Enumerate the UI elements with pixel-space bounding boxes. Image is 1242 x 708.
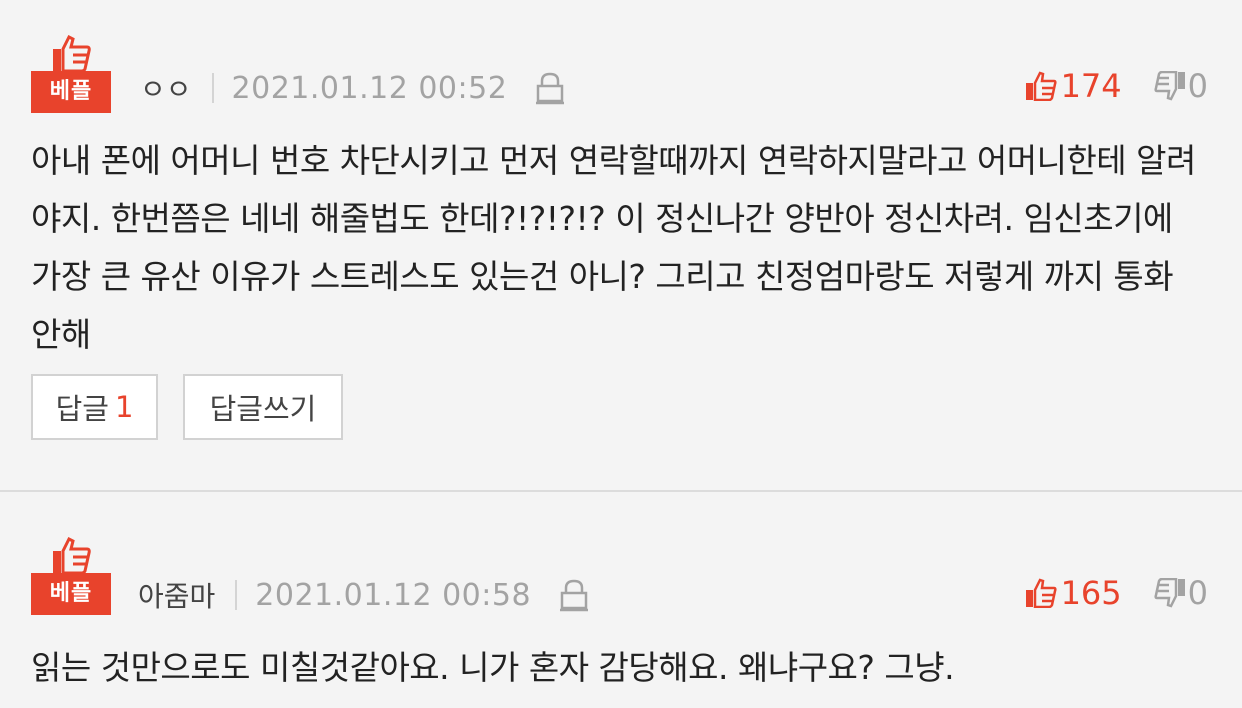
thumbs-up-outline-icon[interactable] bbox=[1025, 578, 1057, 608]
author-name[interactable]: 아줌마 bbox=[138, 575, 215, 615]
write-reply-label: 답글쓰기 bbox=[209, 392, 317, 426]
reply-list-button[interactable]: 답글 1 bbox=[31, 374, 158, 440]
lock-icon[interactable] bbox=[557, 578, 591, 612]
vote-area: 174 0 bbox=[1025, 66, 1208, 106]
thumbs-up-outline-icon[interactable] bbox=[1025, 71, 1057, 101]
thumbs-up-icon bbox=[53, 35, 91, 71]
downvote-count[interactable]: 0 bbox=[1188, 574, 1208, 612]
comment-date: 2021.01.12 00:58 bbox=[255, 577, 532, 613]
best-badge: 베플 bbox=[31, 35, 111, 113]
author-name[interactable]: ㅇㅇ bbox=[140, 68, 192, 108]
thumbs-down-outline-icon[interactable] bbox=[1154, 578, 1186, 608]
upvote-count[interactable]: 165 bbox=[1061, 574, 1122, 612]
comment-body: 읽는 것만으로도 미칠것같아요. 니가 혼자 감당해요. 왜냐구요? 그냥. bbox=[31, 648, 955, 687]
meta-divider bbox=[235, 580, 238, 610]
best-badge: 베플 bbox=[31, 537, 111, 615]
lock-icon[interactable] bbox=[533, 71, 567, 105]
write-reply-button[interactable]: 답글쓰기 bbox=[183, 374, 343, 440]
thumbs-up-icon bbox=[53, 537, 91, 573]
comment-meta: 아줌마 2021.01.12 00:58 bbox=[138, 575, 591, 615]
comment-item: 베플 ㅇㅇ 2021.01.12 00:52 174 0 아내 폰에 어머니 번… bbox=[0, 0, 1242, 492]
comment-body: 아내 폰에 어머니 번호 차단시키고 먼저 연락할때까지 연락하지말라고 어머니… bbox=[31, 141, 1196, 354]
upvote-count[interactable]: 174 bbox=[1061, 67, 1122, 105]
reply-label: 답글 bbox=[55, 392, 109, 426]
downvote-count[interactable]: 0 bbox=[1188, 67, 1208, 105]
comment-date: 2021.01.12 00:52 bbox=[231, 70, 508, 106]
badge-label: 베플 bbox=[31, 71, 111, 113]
comment-meta: ㅇㅇ 2021.01.12 00:52 bbox=[140, 68, 567, 108]
vote-area: 165 0 bbox=[1025, 573, 1208, 613]
comment-item: 베플 아줌마 2021.01.12 00:58 165 0 읽는 것만으로도 미… bbox=[0, 492, 1242, 708]
badge-label: 베플 bbox=[31, 573, 111, 615]
reply-count: 1 bbox=[114, 390, 134, 424]
thumbs-down-outline-icon[interactable] bbox=[1154, 71, 1186, 101]
meta-divider bbox=[211, 73, 214, 103]
